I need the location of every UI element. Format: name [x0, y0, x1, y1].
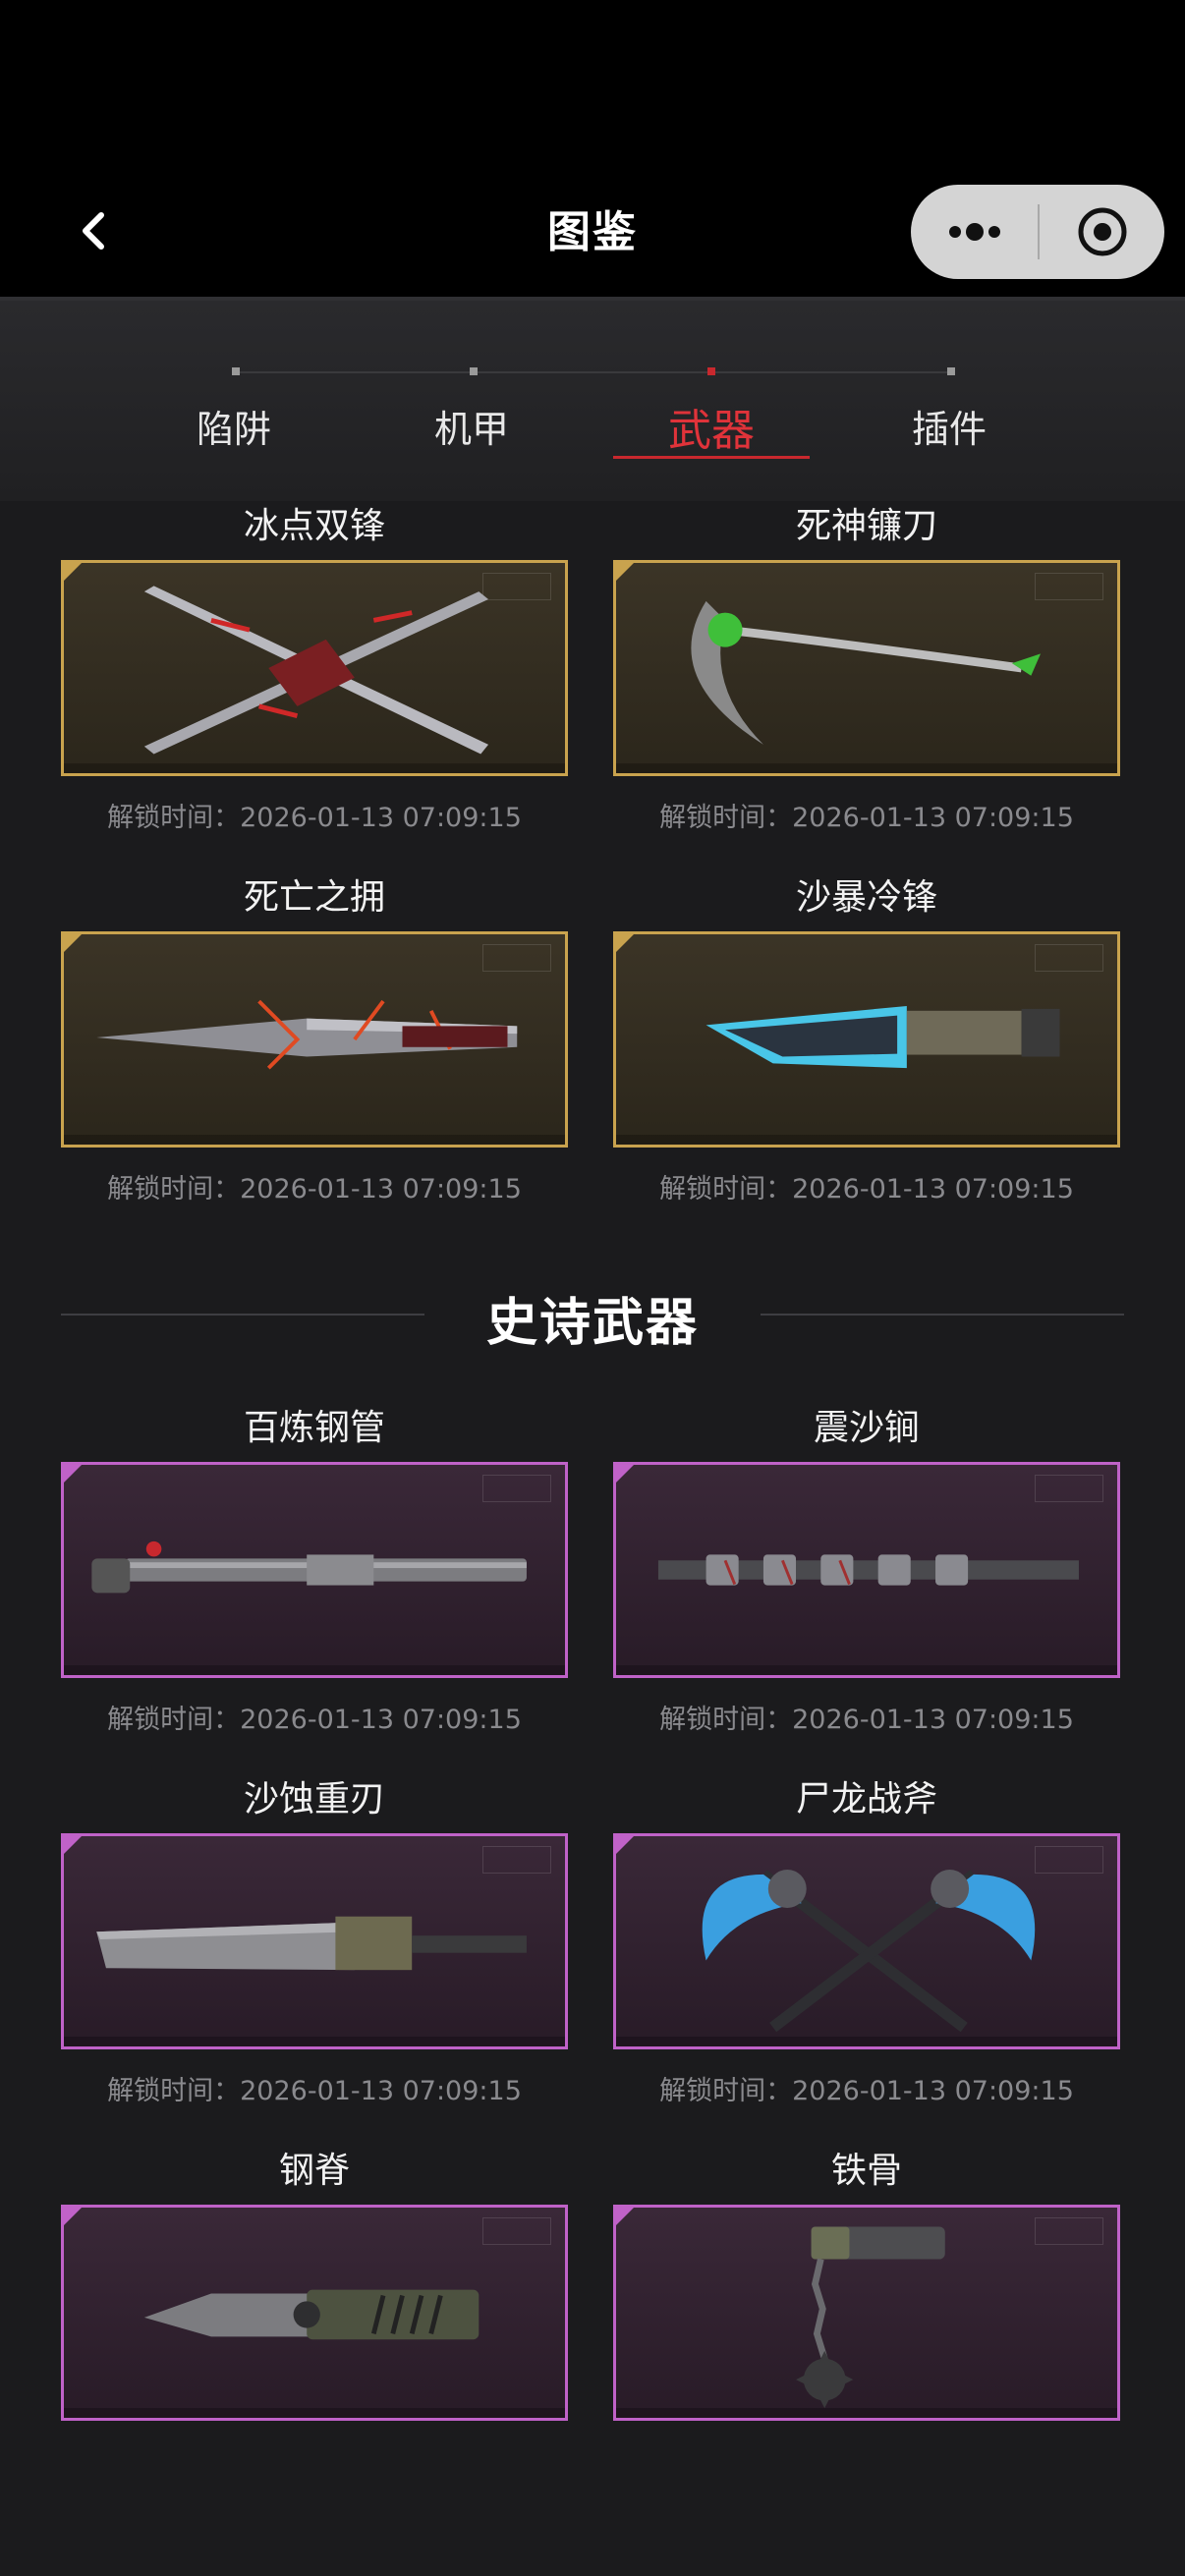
weapon-card[interactable]	[613, 2205, 1120, 2421]
ice-blade-image	[705, 1005, 1060, 1069]
scythe-image	[691, 600, 1042, 745]
unlock-time: 解锁时间：2026-01-13 07:09:15	[659, 803, 1074, 833]
weapon-name: 死神镰刀	[795, 506, 937, 546]
weapon-name: 沙暴冷锋	[795, 877, 937, 918]
epic-section-header: 史诗武器	[61, 1279, 1124, 1353]
weapon-card[interactable]	[61, 1462, 568, 1678]
active-tab-underline	[613, 456, 810, 459]
twin-axes-image	[702, 1870, 1036, 2033]
unlock-time: 解锁时间：2026-01-13 07:09:15	[107, 1174, 522, 1204]
mini-program-capsule	[911, 185, 1164, 279]
weapon-name: 尸龙战斧	[795, 1779, 937, 1820]
tab-dot	[470, 367, 478, 375]
steel-spine-image	[143, 2289, 480, 2340]
tab-dot	[232, 367, 240, 375]
nav-bar: 图鉴	[0, 157, 1185, 297]
target-close-icon	[1078, 207, 1126, 256]
tab-traps[interactable]: 陷阱	[155, 399, 312, 453]
tabs-line	[234, 371, 951, 373]
close-button[interactable]	[1040, 185, 1164, 279]
tab-mecha[interactable]: 机甲	[393, 399, 550, 453]
weapon-name: 冰点双锋	[243, 506, 385, 546]
weapon-card[interactable]	[613, 1462, 1120, 1678]
bottom-fade	[0, 2436, 1185, 2576]
weapon-card[interactable]	[61, 2205, 568, 2421]
tab-dot-active	[707, 367, 715, 375]
tab-plugins[interactable]: 插件	[871, 399, 1028, 453]
weapon-card[interactable]	[613, 931, 1120, 1148]
heavy-blade-image	[96, 1916, 527, 1971]
tab-weapons[interactable]: 武器	[633, 395, 790, 458]
weapon-name: 死亡之拥	[243, 877, 385, 918]
weapon-card[interactable]	[613, 560, 1120, 776]
category-tabs: 陷阱 机甲 武器 插件	[0, 297, 1185, 501]
unlock-time: 解锁时间：2026-01-13 07:09:15	[107, 803, 522, 833]
weapon-card[interactable]	[61, 1833, 568, 2049]
iron-bone-flail-image	[796, 2226, 945, 2409]
status-bar	[0, 0, 1185, 157]
mace-rod-image	[657, 1554, 1079, 1586]
weapon-name: 震沙锏	[813, 1408, 920, 1448]
unlock-time: 解锁时间：2026-01-13 07:09:15	[659, 2076, 1074, 2106]
weapon-card[interactable]	[61, 560, 568, 776]
dual-blades-image	[143, 586, 489, 755]
tab-dot	[947, 367, 955, 375]
weapon-name: 铁骨	[830, 2151, 902, 2191]
unlock-time: 解锁时间：2026-01-13 07:09:15	[659, 1705, 1074, 1735]
steel-pipe-image	[91, 1540, 527, 1594]
weapon-card[interactable]	[61, 931, 568, 1148]
more-dots-icon	[948, 223, 1000, 241]
greatsword-image	[96, 999, 518, 1070]
unlock-time: 解锁时间：2026-01-13 07:09:15	[107, 2076, 522, 2106]
more-button[interactable]	[911, 185, 1038, 279]
unlock-time: 解锁时间：2026-01-13 07:09:15	[107, 1705, 522, 1735]
weapon-card[interactable]	[613, 1833, 1120, 2049]
section-title: 史诗武器	[485, 1294, 699, 1353]
weapon-name: 沙蚀重刃	[243, 1779, 385, 1820]
weapon-name: 钢脊	[278, 2151, 350, 2191]
unlock-time: 解锁时间：2026-01-13 07:09:15	[659, 1174, 1074, 1204]
weapon-name: 百炼钢管	[243, 1408, 385, 1448]
